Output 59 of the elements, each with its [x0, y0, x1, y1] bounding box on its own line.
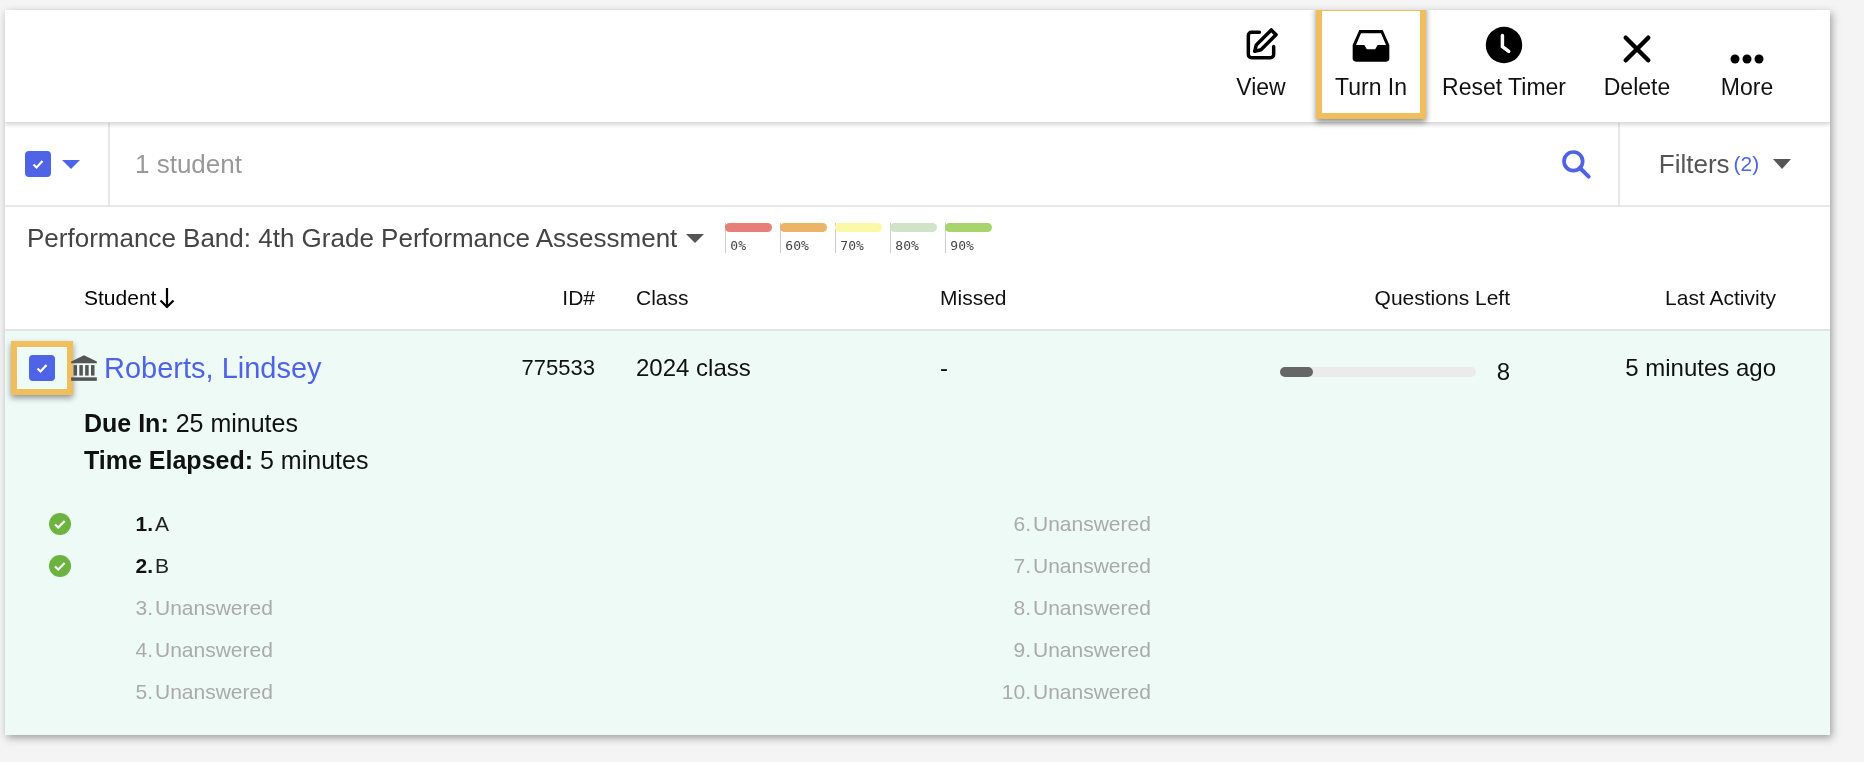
- table-cell-text: -: [940, 354, 949, 382]
- caret-icon: [1773, 159, 1792, 169]
- bank-icon: [70, 354, 98, 382]
- question-number: 7.: [1012, 554, 1032, 578]
- caret-icon: [685, 233, 706, 244]
- question-number: 6.: [1012, 512, 1032, 536]
- check-circle-icon: [49, 555, 71, 577]
- question-number: 4.: [134, 638, 154, 662]
- performance-band-dropdown[interactable]: Performance Band: 4th Grade Performance Assessment: [27, 223, 706, 254]
- column-header: Missed: [940, 286, 1008, 310]
- answer-text: Unanswered: [155, 638, 273, 662]
- question-number: 2.: [134, 554, 154, 578]
- answer-text: Unanswered: [1033, 638, 1151, 662]
- answer-text: B: [155, 554, 169, 578]
- column-header: Questions Left: [1373, 286, 1510, 310]
- sort-header[interactable]: Student: [84, 286, 176, 310]
- question-number: 1.: [134, 512, 154, 536]
- row-checkbox[interactable]: [29, 355, 55, 381]
- question-number: 3.: [134, 596, 154, 620]
- answer-text: Unanswered: [155, 596, 273, 620]
- filters-dropdown[interactable]: Filters(2): [1618, 123, 1830, 205]
- caret-icon[interactable]: [61, 158, 81, 170]
- question-number: 9.: [1012, 638, 1032, 662]
- table-cell-text: 5 minutes ago: [1624, 354, 1776, 382]
- band-legend: 60%: [780, 223, 828, 253]
- close-icon: [1622, 34, 1652, 64]
- student-link[interactable]: Roberts, Lindsey: [104, 351, 322, 385]
- table-cell-text: 2024 class: [636, 354, 752, 382]
- band-legend: 70%: [835, 223, 883, 253]
- question-number: 5.: [134, 680, 154, 704]
- due-text: Due In: 25 minutes: [84, 409, 299, 438]
- answer-text: A: [155, 512, 169, 536]
- answer-text: Unanswered: [1033, 680, 1151, 704]
- reset-timer-button[interactable]: Reset Timer: [1426, 10, 1582, 119]
- clock-icon: [1485, 26, 1523, 64]
- more-button[interactable]: More: [1692, 10, 1802, 119]
- column-header: Class: [636, 286, 690, 310]
- answer-text: Unanswered: [155, 680, 273, 704]
- band-legend: 80%: [890, 223, 938, 253]
- question-number: 8.: [1012, 596, 1032, 620]
- more-icon: [1730, 54, 1764, 64]
- column-header: ID#: [561, 286, 595, 310]
- select-all-checkbox[interactable]: [25, 151, 51, 177]
- answer-text: Unanswered: [1033, 596, 1151, 620]
- turn-in-button[interactable]: Turn In: [1316, 10, 1426, 119]
- search-icon[interactable]: [1560, 148, 1592, 180]
- column-header: Last Activity: [1664, 286, 1776, 310]
- delete-button[interactable]: Delete: [1582, 10, 1692, 119]
- table-cell: 8: [1496, 358, 1510, 386]
- answer-text: Unanswered: [1033, 512, 1151, 536]
- view-button[interactable]: View: [1206, 10, 1316, 119]
- elapsed-text: Time Elapsed: 5 minutes: [84, 446, 370, 475]
- question-number: 10.: [1000, 680, 1032, 704]
- arrow-down-icon: [159, 287, 176, 309]
- check-circle-icon: [49, 513, 71, 535]
- band-legend: 90%: [945, 223, 993, 253]
- table-cell-text: 775533: [520, 355, 595, 381]
- answer-text: Unanswered: [1033, 554, 1151, 578]
- band-legend: 0%: [725, 223, 773, 253]
